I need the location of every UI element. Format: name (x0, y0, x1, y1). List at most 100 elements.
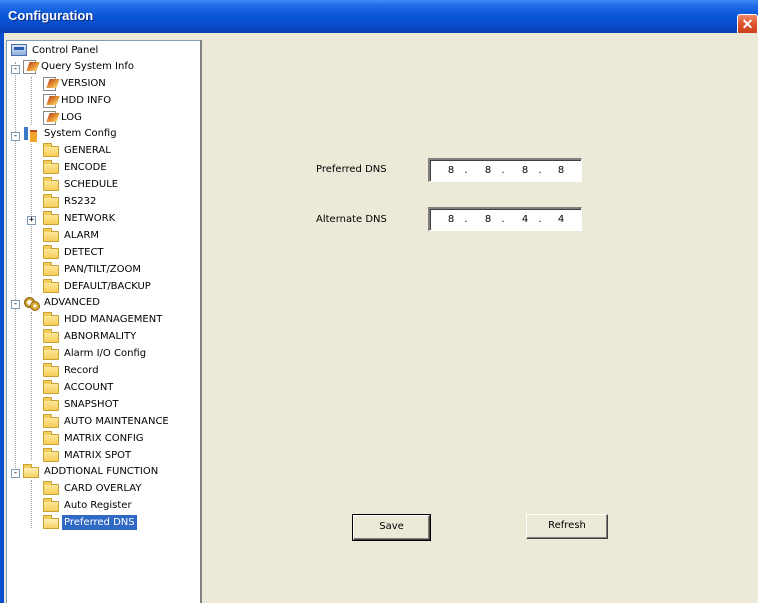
tree-item-preferred-dns[interactable]: Preferred DNS (43, 515, 137, 531)
collapse-toggle[interactable]: - (11, 469, 20, 478)
tree-item-system-config[interactable]: System Config (23, 126, 119, 142)
edit-icon (43, 77, 56, 91)
tree-item-advanced[interactable]: ADVANCED (23, 295, 102, 311)
octet-separator: . (538, 165, 542, 176)
tree-item-hdd-management[interactable]: HDD MANAGEMENT (43, 312, 164, 328)
octet-separator: . (501, 165, 505, 176)
tree-item-record[interactable]: Record (43, 363, 101, 379)
collapse-toggle[interactable]: - (11, 65, 20, 74)
preferred-dns-label: Preferred DNS (316, 164, 387, 175)
octet-separator: . (538, 214, 542, 225)
gears-icon (23, 296, 40, 311)
tree-item-card-overlay[interactable]: CARD OVERLAY (43, 481, 143, 497)
folder-icon (43, 312, 59, 326)
window-title: Configuration (8, 8, 94, 23)
collapse-toggle[interactable]: - (11, 132, 20, 141)
folder-icon (43, 245, 59, 259)
config-tree[interactable]: Control Panel - Query System Info VERSIO… (6, 40, 202, 603)
tree-item-label: ADDTIONAL FUNCTION (44, 466, 159, 477)
folder-icon (43, 279, 59, 293)
tree-item-label: Auto Register (64, 500, 132, 511)
tree-item-matrix-spot[interactable]: MATRIX SPOT (43, 448, 133, 464)
preferred-dns-octet-2[interactable]: 8 (481, 165, 495, 176)
preferred-dns-input[interactable]: 8 . 8 . 8 . 8 (428, 158, 582, 182)
tree-item-auto-register[interactable]: Auto Register (43, 498, 134, 514)
tree-item-query-system-info[interactable]: Query System Info (23, 59, 136, 75)
tree-item-encode[interactable]: ENCODE (43, 160, 109, 176)
tree-item-label: AUTO MAINTENANCE (64, 416, 169, 427)
tree-item-label: RS232 (64, 196, 97, 207)
tree-item-matrix-config[interactable]: MATRIX CONFIG (43, 431, 146, 447)
tree-item-hdd-info[interactable]: HDD INFO (43, 93, 113, 109)
expand-toggle[interactable]: + (27, 216, 36, 225)
tree-item-label: DETECT (64, 247, 104, 258)
folder-icon (43, 262, 59, 276)
close-button[interactable]: ✕ (737, 14, 758, 35)
folder-icon (43, 211, 59, 225)
tree-item-additional-function[interactable]: ADDTIONAL FUNCTION (23, 464, 160, 480)
tree-item-alarm-io-config[interactable]: Alarm I/O Config (43, 346, 148, 362)
tree-item-label: System Config (44, 128, 117, 139)
close-icon: ✕ (741, 16, 754, 32)
tree-connector (31, 312, 32, 460)
folder-icon (43, 143, 59, 157)
control-panel-icon (11, 44, 27, 56)
folder-open-icon (23, 464, 39, 478)
octet-separator: . (501, 214, 505, 225)
preferred-dns-octet-3[interactable]: 8 (518, 165, 532, 176)
tree-item-label: Control Panel (32, 45, 99, 56)
tree-item-label: MATRIX SPOT (64, 450, 132, 461)
tree-item-label: GENERAL (64, 145, 111, 156)
tree-item-label: Record (64, 365, 99, 376)
title-bar[interactable]: Configuration ✕ (0, 0, 758, 35)
folder-icon (43, 498, 59, 512)
tree-item-log[interactable]: LOG (43, 110, 84, 126)
window-frame (0, 33, 4, 603)
octet-separator: . (464, 165, 468, 176)
tree-item-auto-maintenance[interactable]: AUTO MAINTENANCE (43, 414, 171, 430)
alternate-dns-input[interactable]: 8 . 8 . 4 . 4 (428, 207, 582, 231)
tree-connector (31, 77, 32, 125)
tree-item-label: HDD INFO (61, 95, 112, 106)
tree-item-label: DEFAULT/BACKUP (64, 281, 151, 292)
system-config-icon (23, 127, 39, 142)
alternate-dns-octet-4[interactable]: 4 (554, 214, 568, 225)
folder-icon (43, 397, 59, 411)
folder-icon (43, 194, 59, 208)
tree-item-abnormality[interactable]: ABNORMALITY (43, 329, 138, 345)
edit-icon (43, 94, 56, 108)
alternate-dns-octet-2[interactable]: 8 (481, 214, 495, 225)
tree-item-detect[interactable]: DETECT (43, 245, 106, 261)
tree-item-label: CARD OVERLAY (64, 483, 142, 494)
dns-settings-panel: Preferred DNS 8 . 8 . 8 . 8 Alternate DN… (203, 40, 756, 603)
edit-icon (23, 60, 36, 74)
alternate-dns-octet-1[interactable]: 8 (444, 214, 458, 225)
folder-icon (43, 431, 59, 445)
tree-item-label: Preferred DNS (62, 515, 137, 530)
folder-icon (43, 177, 59, 191)
tree-item-pan-tilt-zoom[interactable]: PAN/TILT/ZOOM (43, 262, 143, 278)
tree-item-account[interactable]: ACCOUNT (43, 380, 115, 396)
preferred-dns-octet-4[interactable]: 8 (554, 165, 568, 176)
tree-item-schedule[interactable]: SCHEDULE (43, 177, 120, 193)
tree-item-network[interactable]: NETWORK (43, 211, 117, 227)
tree-item-general[interactable]: GENERAL (43, 143, 113, 159)
tree-item-version[interactable]: VERSION (43, 76, 108, 92)
edit-icon (43, 111, 56, 125)
tree-item-control-panel[interactable]: Control Panel (11, 43, 100, 59)
folder-icon (43, 363, 59, 377)
preferred-dns-octet-1[interactable]: 8 (444, 165, 458, 176)
folder-open-icon (43, 515, 59, 529)
tree-item-label: ENCODE (64, 162, 107, 173)
alternate-dns-octet-3[interactable]: 4 (518, 214, 532, 225)
folder-icon (43, 160, 59, 174)
tree-item-snapshot[interactable]: SNAPSHOT (43, 397, 121, 413)
save-button[interactable]: Save (352, 514, 431, 541)
tree-item-label: PAN/TILT/ZOOM (64, 264, 142, 275)
tree-item-alarm[interactable]: ALARM (43, 228, 101, 244)
collapse-toggle[interactable]: - (11, 300, 20, 309)
refresh-button[interactable]: Refresh (526, 514, 608, 539)
tree-item-default-backup[interactable]: DEFAULT/BACKUP (43, 279, 153, 295)
tree-item-rs232[interactable]: RS232 (43, 194, 98, 210)
tree-item-label: ALARM (64, 230, 100, 241)
